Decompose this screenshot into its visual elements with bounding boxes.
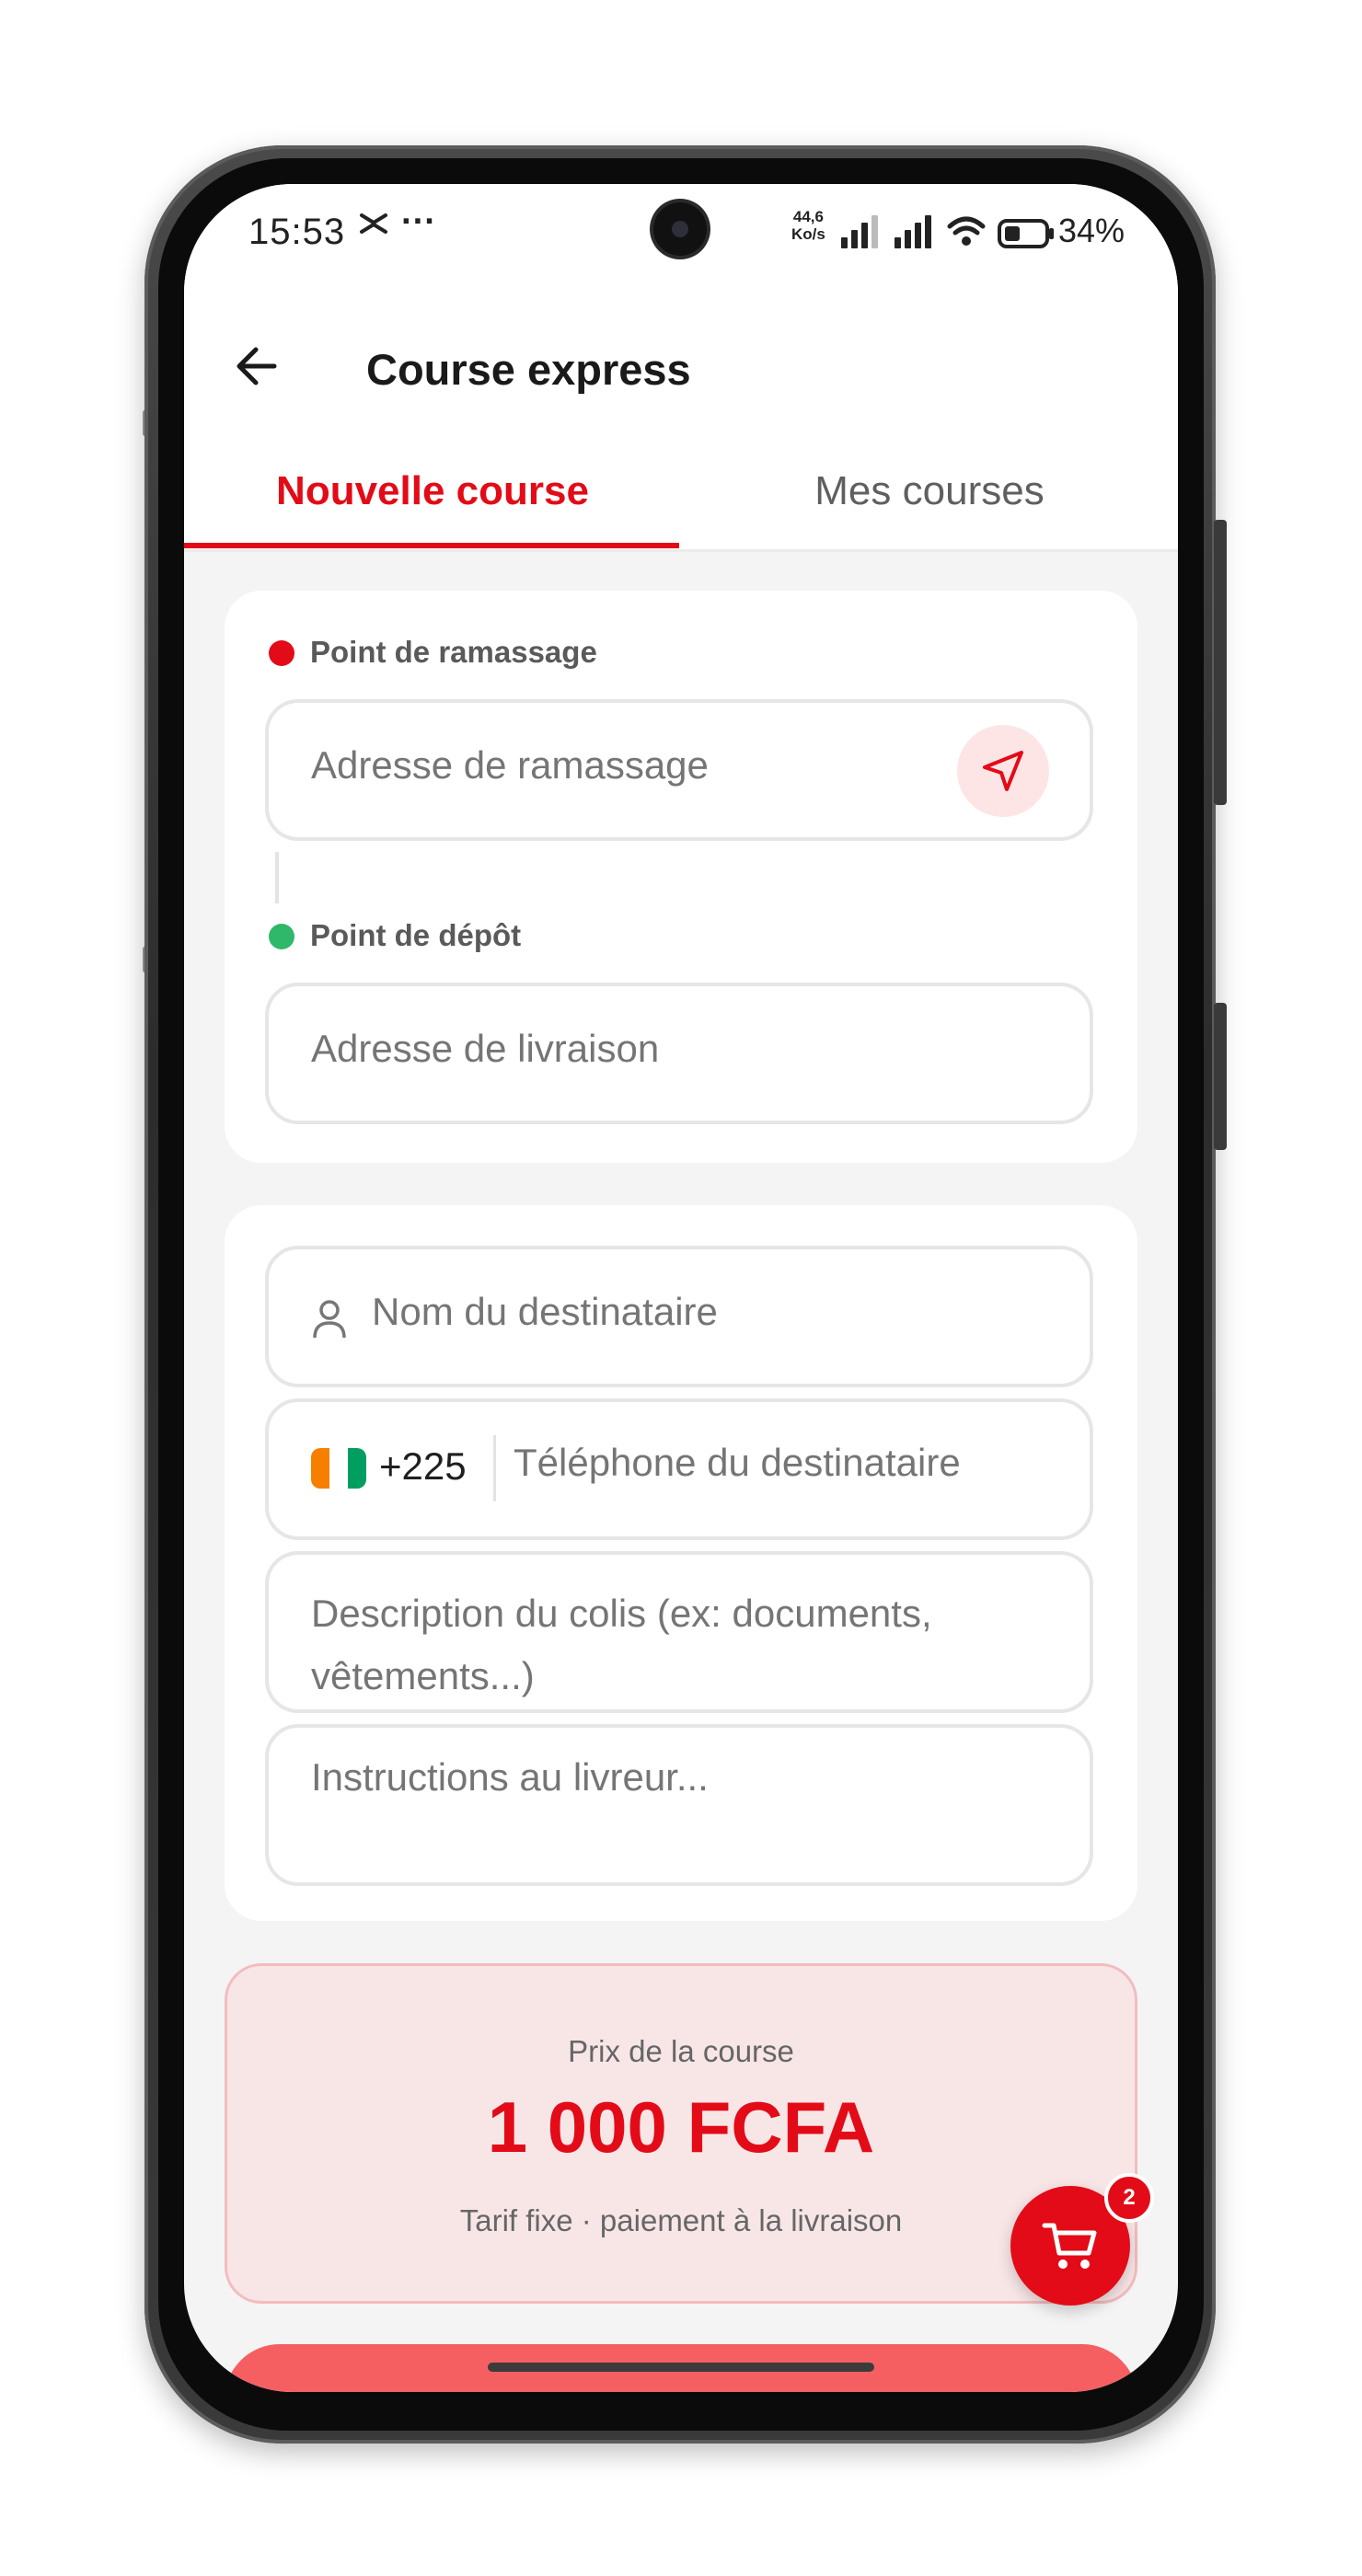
dropoff-label: Point de dépôt — [310, 918, 522, 952]
price-note: Tarif fixe · paiement à la livraison — [459, 2203, 903, 2237]
volume-button — [1214, 520, 1227, 805]
dropoff-dot-icon — [269, 924, 294, 949]
dropoff-placeholder: Adresse de livraison — [311, 1027, 660, 1070]
status-time: 15:53 — [248, 212, 346, 252]
dropoff-address-input[interactable]: Adresse de livraison — [265, 983, 1093, 1124]
price-label: Prix de la course — [568, 2034, 794, 2068]
recipient-name-input[interactable]: Nom du destinataire — [265, 1246, 1093, 1387]
cart-icon — [1042, 2223, 1097, 2269]
battery-percent: 34% — [1058, 212, 1125, 249]
capcut-icon — [359, 210, 388, 246]
network-speed-unit: Ko/s — [791, 225, 825, 243]
wifi-icon — [947, 216, 986, 246]
signal-icon — [841, 215, 878, 248]
locate-button[interactable] — [957, 725, 1049, 817]
network-speed-value: 44,6 — [792, 208, 824, 225]
back-button[interactable] — [230, 339, 285, 394]
parcel-description-input[interactable]: Description du colis (ex: documents, vêt… — [265, 1551, 1093, 1713]
arrow-left-icon — [237, 347, 277, 385]
signal-icon-2 — [895, 215, 931, 248]
price-box: Prix de la course 1 000 FCFA Tarif fixe … — [225, 1963, 1137, 2304]
parcel-description-placeholder: Description du colis (ex: documents, vêt… — [311, 1592, 932, 1697]
battery-icon — [998, 219, 1054, 248]
tab-nouvelle-course[interactable]: Nouvelle course — [184, 432, 681, 549]
status-icons — [839, 213, 1056, 250]
recipient-phone-input[interactable]: +225 Téléphone du destinataire — [265, 1398, 1093, 1540]
screen: 15:53 ··· 44,6 Ko/s 34% Course express N… — [184, 184, 1178, 2392]
flag-ci-icon[interactable] — [311, 1448, 366, 1489]
addresses-card: Point de ramassage Adresse de ramassage … — [225, 591, 1137, 1163]
network-speed: 44,6 Ko/s — [791, 208, 825, 243]
active-tab-indicator — [184, 543, 679, 548]
pickup-dot-icon — [269, 640, 294, 666]
recipient-name-placeholder: Nom du destinataire — [372, 1290, 718, 1333]
pickup-placeholder: Adresse de ramassage — [311, 743, 709, 787]
dial-code[interactable]: +225 — [379, 1444, 467, 1489]
driver-instructions-placeholder: Instructions au livreur... — [311, 1755, 709, 1799]
navigation-arrow-icon — [983, 751, 1023, 791]
home-indicator[interactable] — [488, 2363, 874, 2372]
tab-bar: Nouvelle course Mes courses — [184, 432, 1178, 552]
power-button — [1214, 1003, 1227, 1150]
page-title: Course express — [366, 345, 691, 394]
divider — [493, 1435, 496, 1501]
cart-badge: 2 — [1104, 2173, 1154, 2223]
route-connector — [275, 852, 279, 903]
pickup-label: Point de ramassage — [310, 635, 597, 669]
driver-instructions-input[interactable]: Instructions au livreur... — [265, 1724, 1093, 1886]
pickup-address-input[interactable]: Adresse de ramassage — [265, 699, 1093, 841]
more-notifications-icon: ··· — [401, 202, 436, 241]
status-bar: 15:53 ··· 44,6 Ko/s 34% — [184, 184, 1178, 285]
price-value: 1 000 FCFA — [487, 2087, 875, 2168]
recipient-phone-placeholder: Téléphone du destinataire — [514, 1441, 961, 1484]
app-header: Course express — [184, 285, 1178, 432]
recipient-card: Nom du destinataire +225 Téléphone du de… — [225, 1205, 1137, 1921]
front-camera — [653, 202, 707, 256]
tab-mes-courses[interactable]: Mes courses — [681, 432, 1178, 549]
user-icon — [313, 1300, 346, 1339]
